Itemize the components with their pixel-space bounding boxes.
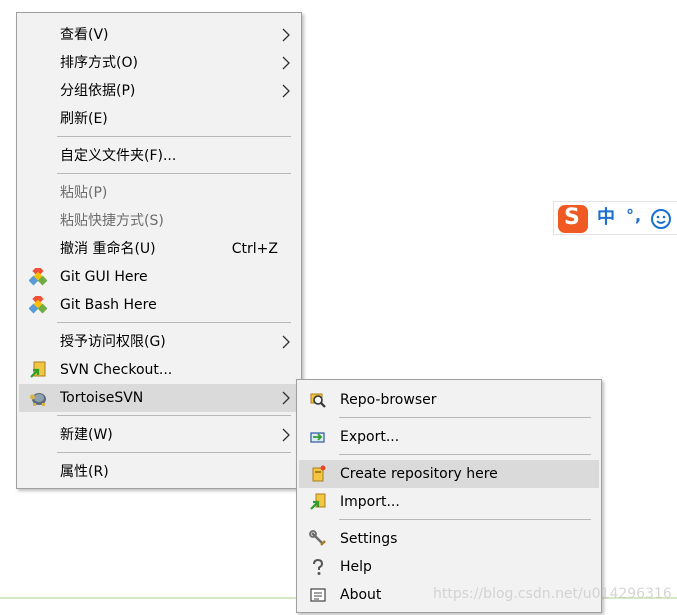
menu-separator [339, 454, 591, 455]
menu-item-customize-folder[interactable]: 自定义文件夹(F)... [19, 142, 299, 170]
menu-item-label: 属性(R) [60, 464, 109, 480]
chevron-right-icon [282, 428, 290, 442]
create-repository-icon [312, 465, 326, 482]
menu-item-view[interactable]: 查看(V) [19, 21, 299, 49]
menu-item-export[interactable]: Export... [299, 423, 599, 451]
watermark-text: https://blog.csdn.net/u014296316 [433, 586, 672, 602]
menu-item-undo-rename[interactable]: 撤消 重命名(U) Ctrl+Z [19, 235, 299, 263]
menu-separator [57, 415, 291, 416]
menu-item-paste[interactable]: 粘贴(P) [19, 179, 299, 207]
menu-separator [57, 136, 291, 137]
menu-item-repo-browser[interactable]: Repo-browser [299, 386, 599, 414]
chevron-right-icon [282, 28, 290, 42]
menu-item-label: Import... [340, 494, 400, 510]
tortoise-svn-submenu: Repo-browser Export... Create repository… [296, 379, 602, 613]
menu-item-label: Repo-browser [340, 392, 437, 408]
chevron-right-icon [282, 391, 290, 405]
menu-item-help[interactable]: Help [299, 553, 599, 581]
menu-item-tortoise-svn[interactable]: TortoiseSVN [19, 384, 299, 412]
menu-separator [57, 452, 291, 453]
menu-item-paste-shortcut[interactable]: 粘贴快捷方式(S) [19, 207, 299, 235]
help-icon [313, 558, 324, 575]
menu-item-git-bash[interactable]: Git Bash Here [19, 291, 299, 319]
menu-separator [57, 173, 291, 174]
menu-item-label: About [340, 587, 382, 603]
menu-item-label: 撤消 重命名(U) [60, 241, 156, 257]
menu-item-label: 刷新(E) [60, 111, 108, 127]
menu-item-import[interactable]: Import... [299, 488, 599, 516]
menu-separator [339, 519, 591, 520]
svn-checkout-icon [30, 361, 46, 378]
sogou-logo-letter: S [564, 205, 580, 230]
ime-toolbar[interactable]: S 中 °, [553, 201, 677, 235]
chevron-right-icon [282, 56, 290, 70]
menu-item-label: TortoiseSVN [60, 390, 144, 406]
menu-item-label: Git GUI Here [60, 269, 148, 285]
menu-item-git-gui[interactable]: Git GUI Here [19, 263, 299, 291]
menu-item-label: 查看(V) [60, 27, 109, 43]
menu-item-give-access[interactable]: 授予访问权限(G) [19, 328, 299, 356]
menu-item-new[interactable]: 新建(W) [19, 421, 299, 449]
menu-separator [339, 417, 591, 418]
menu-item-label: Create repository here [340, 466, 498, 482]
menu-item-label: 粘贴快捷方式(S) [60, 213, 164, 229]
menu-item-properties[interactable]: 属性(R) [19, 458, 299, 486]
menu-item-label: SVN Checkout... [60, 362, 173, 378]
menu-item-label: 排序方式(O) [60, 55, 138, 71]
menu-separator [57, 322, 291, 323]
menu-item-label: 授予访问权限(G) [60, 334, 166, 350]
menu-item-label: 分组依据(P) [60, 83, 136, 99]
ime-punctuation-toggle[interactable]: °, [626, 206, 642, 226]
repo-browser-icon [310, 393, 326, 408]
ime-mode-toggle[interactable]: 中 [597, 208, 615, 228]
menu-item-create-repository[interactable]: Create repository here [299, 460, 599, 488]
menu-item-settings[interactable]: Settings [299, 525, 599, 553]
menu-item-label: 粘贴(P) [60, 185, 108, 201]
chevron-right-icon [282, 84, 290, 98]
menu-item-sort-by[interactable]: 排序方式(O) [19, 49, 299, 77]
git-icon [29, 296, 47, 314]
smiley-icon[interactable] [650, 208, 672, 230]
chevron-right-icon [282, 335, 290, 349]
shortcut-text: Ctrl+Z [231, 241, 278, 257]
menu-item-svn-checkout[interactable]: SVN Checkout... [19, 356, 299, 384]
git-icon [29, 268, 47, 286]
menu-item-label: Settings [340, 531, 398, 547]
menu-item-label: Help [340, 559, 372, 575]
menu-item-refresh[interactable]: 刷新(E) [19, 105, 299, 133]
export-icon [310, 432, 325, 443]
menu-item-label: Git Bash Here [60, 297, 157, 313]
about-icon [310, 588, 326, 602]
tortoise-svn-icon [30, 393, 46, 406]
menu-item-label: 自定义文件夹(F)... [60, 148, 177, 164]
import-icon [310, 493, 326, 510]
menu-item-label: 新建(W) [60, 427, 113, 443]
context-menu: 查看(V) 排序方式(O) 分组依据(P) 刷新(E) 自定义文件夹(F)...… [16, 12, 302, 489]
menu-item-label: Export... [340, 429, 400, 445]
menu-item-group-by[interactable]: 分组依据(P) [19, 77, 299, 105]
settings-icon [309, 530, 326, 546]
